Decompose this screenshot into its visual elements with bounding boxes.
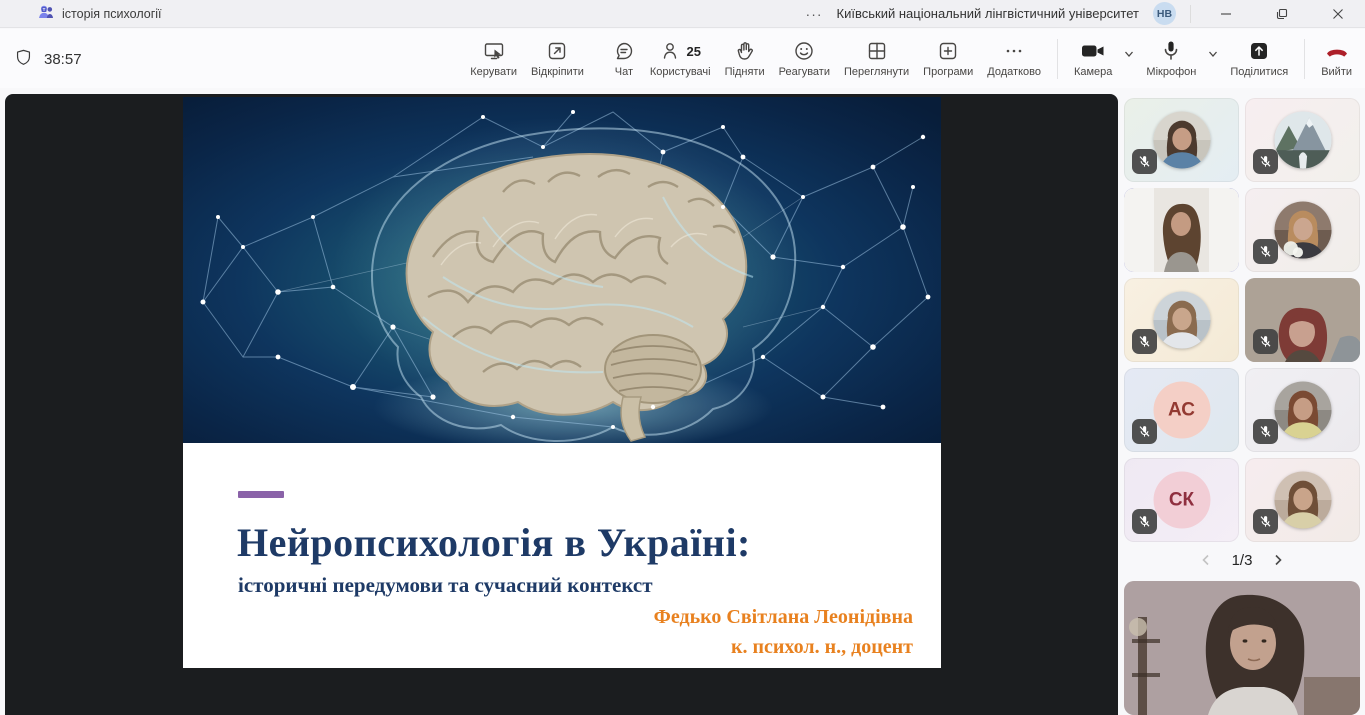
- titlebar-more-button[interactable]: ···: [806, 6, 823, 22]
- screen-control-icon: [482, 38, 506, 64]
- share-screen-icon: [1247, 38, 1271, 64]
- participants-button[interactable]: 25 Користувачі: [643, 31, 718, 82]
- next-page-button[interactable]: [1268, 550, 1288, 570]
- teams-meeting-icon: T: [38, 4, 54, 23]
- slide-accent-bar: [238, 491, 284, 498]
- participant-avatar: [1153, 292, 1210, 349]
- shield-icon: [14, 48, 33, 71]
- ellipsis-icon: [1002, 38, 1026, 64]
- participant-tile[interactable]: [1245, 98, 1360, 182]
- smiley-icon: [792, 38, 816, 64]
- react-button[interactable]: Реагувати: [772, 31, 837, 82]
- grid-view-icon: [865, 38, 889, 64]
- participant-tile[interactable]: СК: [1124, 458, 1239, 542]
- toolbar-divider: [1057, 39, 1058, 79]
- slide-subtitle: історичні передумови та сучасний контекс…: [238, 573, 653, 598]
- minimize-button[interactable]: [1205, 0, 1247, 27]
- meeting-tab-label: історія психології: [62, 7, 162, 21]
- participant-avatar: [1274, 112, 1331, 169]
- leave-button[interactable]: Вийти: [1314, 31, 1359, 82]
- participant-initials: СК: [1153, 472, 1210, 529]
- meeting-tab[interactable]: T історія психології: [0, 0, 162, 27]
- participant-avatar: [1274, 472, 1331, 529]
- camera-options-chevron[interactable]: [1119, 45, 1139, 68]
- brain-network-image: [183, 97, 941, 443]
- slide-author: Федько Світлана Леонідівна: [654, 606, 913, 629]
- account-avatar[interactable]: НВ: [1153, 2, 1176, 25]
- people-icon: 25: [660, 38, 701, 64]
- apps-button[interactable]: Програми: [916, 31, 980, 82]
- window-titlebar: T історія психології ··· Київський націо…: [0, 0, 1365, 28]
- more-options-button[interactable]: Додатково: [980, 31, 1048, 82]
- chat-button[interactable]: Чат: [605, 31, 643, 82]
- participant-avatar: [1153, 112, 1210, 169]
- raise-hand-button[interactable]: Підняти: [718, 31, 772, 82]
- participant-avatar: [1274, 382, 1331, 439]
- slide-title: Нейропсихологія в Україні:: [237, 519, 751, 566]
- share-button[interactable]: Поділитися: [1223, 31, 1295, 82]
- participant-tile[interactable]: [1124, 278, 1239, 362]
- restore-button[interactable]: [1261, 0, 1303, 27]
- mic-muted-icon: [1253, 419, 1278, 444]
- slide-author-degree: к. психол. н., доцент: [731, 636, 913, 659]
- add-app-icon: [936, 38, 960, 64]
- participant-video: [1124, 188, 1239, 272]
- close-button[interactable]: [1317, 0, 1359, 27]
- mic-muted-icon: [1132, 149, 1157, 174]
- raised-hand-icon: [733, 38, 757, 64]
- participant-tile[interactable]: [1124, 98, 1239, 182]
- participants-count: 25: [687, 44, 701, 59]
- presentation-slide: Нейропсихологія в Україні: історичні пер…: [183, 97, 941, 668]
- camera-icon: [1080, 38, 1106, 64]
- participant-tile[interactable]: АС: [1124, 368, 1239, 452]
- previous-page-button[interactable]: [1196, 550, 1216, 570]
- participant-tile[interactable]: [1245, 458, 1360, 542]
- page-indicator: 1/3: [1232, 552, 1253, 569]
- mic-muted-icon: [1132, 509, 1157, 534]
- self-view-video[interactable]: [1124, 581, 1360, 715]
- self-video-frame: [1124, 581, 1360, 715]
- take-control-button[interactable]: Керувати: [463, 31, 524, 82]
- microphone-button[interactable]: Мікрофон: [1139, 31, 1203, 82]
- participant-tile[interactable]: [1245, 278, 1360, 362]
- svg-text:T: T: [43, 7, 46, 12]
- mic-muted-icon: [1253, 149, 1278, 174]
- camera-button[interactable]: Камера: [1067, 31, 1119, 82]
- mic-muted-icon: [1132, 419, 1157, 444]
- participant-avatar: [1274, 202, 1331, 259]
- timer-value: 38:57: [44, 51, 82, 68]
- microphone-icon: [1159, 38, 1183, 64]
- view-button[interactable]: Переглянути: [837, 31, 916, 82]
- participant-tile[interactable]: [1245, 368, 1360, 452]
- mic-muted-icon: [1253, 329, 1278, 354]
- organization-name: Київський національний лінгвістичний уні…: [837, 6, 1139, 21]
- microphone-options-chevron[interactable]: [1203, 45, 1223, 68]
- pop-out-icon: [545, 38, 569, 64]
- unpin-button[interactable]: Відкріпити: [524, 31, 591, 82]
- participants-pagination: 1/3: [1124, 542, 1360, 578]
- meeting-toolbar: 38:57 Керувати Відкріпити: [0, 29, 1365, 88]
- participant-tile[interactable]: [1245, 188, 1360, 272]
- hang-up-icon: [1323, 38, 1351, 64]
- toolbar-divider: [1304, 39, 1305, 79]
- participant-tile-active-speaker[interactable]: [1124, 188, 1239, 272]
- meeting-timer: 38:57: [14, 48, 82, 71]
- mic-muted-icon: [1253, 509, 1278, 534]
- mic-muted-icon: [1253, 239, 1278, 264]
- participant-initials: АС: [1153, 382, 1210, 439]
- participants-panel: АС СК 1/3: [1124, 98, 1360, 578]
- shared-content-stage: Нейропсихологія в Україні: історичні пер…: [5, 94, 1118, 715]
- mic-muted-icon: [1132, 329, 1157, 354]
- titlebar-divider: [1190, 5, 1191, 23]
- chat-icon: [612, 38, 636, 64]
